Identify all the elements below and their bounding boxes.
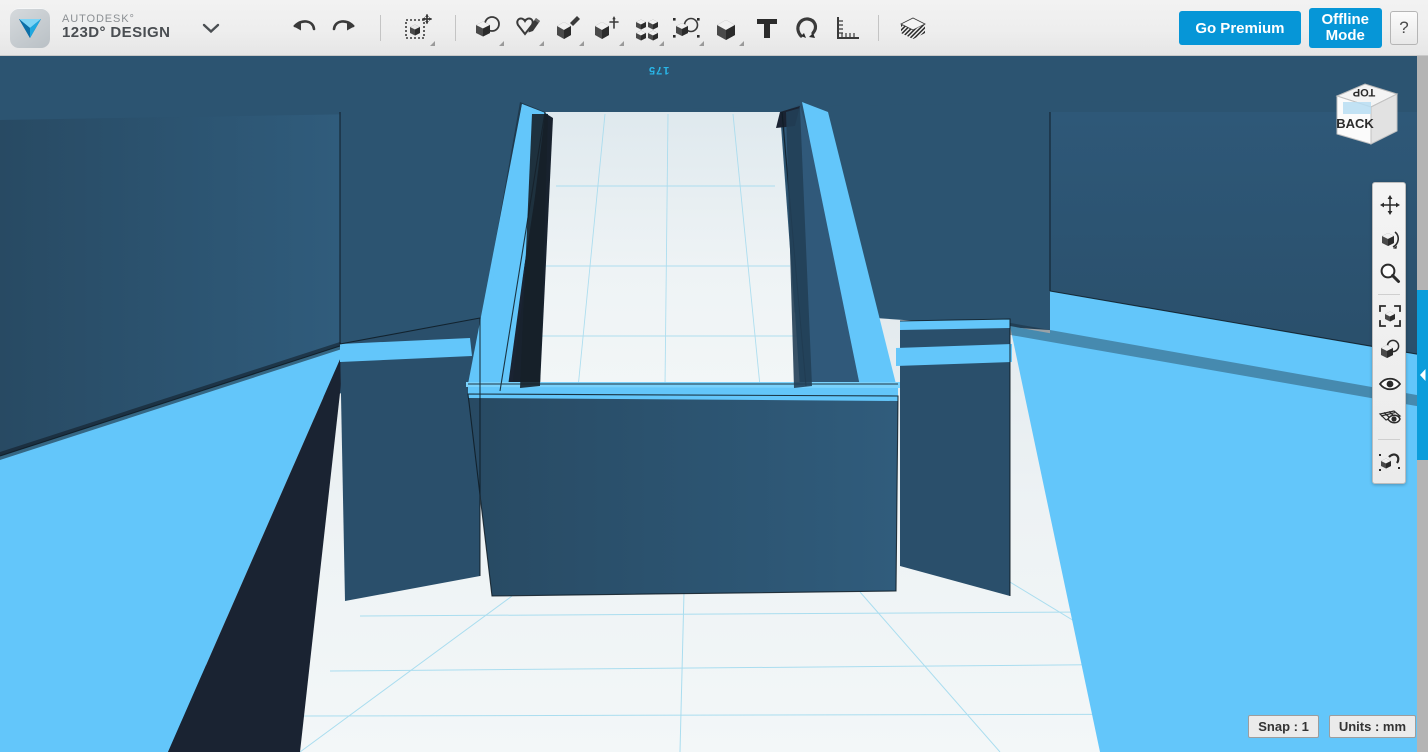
navigation-toolbar: [1372, 182, 1406, 484]
brand-product: 123D° DESIGN: [62, 25, 170, 41]
pan-button[interactable]: [1373, 188, 1407, 222]
main-tool-group: [467, 6, 936, 50]
grid-snap-button[interactable]: [1373, 401, 1407, 435]
toolbar-divider: [380, 15, 381, 41]
3d-model-scene: [0, 56, 1428, 752]
offline-mode-button[interactable]: Offline Mode: [1309, 8, 1383, 48]
redo-button[interactable]: [324, 6, 364, 50]
autodesk-logo-icon: [10, 8, 50, 48]
snap-settings-button[interactable]: [1373, 444, 1407, 478]
nav-divider-2: [1378, 439, 1400, 440]
grouping-tool-button[interactable]: [667, 6, 707, 50]
combine-tool-button[interactable]: [707, 6, 747, 50]
text-tool-button[interactable]: [747, 6, 787, 50]
dimension-annotation: 175: [648, 64, 669, 76]
pattern-tool-button[interactable]: [627, 6, 667, 50]
status-bar: Snap : 1 Units : mm: [1248, 715, 1416, 738]
primitives-tool-button[interactable]: [467, 6, 507, 50]
toolbar-divider-2: [455, 15, 456, 41]
modify-tool-button[interactable]: [587, 6, 627, 50]
snap-status-badge[interactable]: Snap : 1: [1248, 715, 1319, 738]
display-mode-button[interactable]: [1373, 333, 1407, 367]
top-toolbar: AUTODESK° 123D° DESIGN: [0, 0, 1428, 56]
view-cube[interactable]: TOP BACK: [1331, 74, 1403, 150]
chevron-left-icon: [1419, 368, 1427, 382]
construct-tool-button[interactable]: [547, 6, 587, 50]
history-tool-group: [284, 6, 364, 50]
3d-viewport[interactable]: 175 TOP BACK: [0, 56, 1428, 752]
fit-to-view-button[interactable]: [1373, 299, 1407, 333]
header-actions: Go Premium Offline Mode ?: [1179, 0, 1418, 56]
visibility-button[interactable]: [1373, 367, 1407, 401]
transform-tool-button[interactable]: [398, 6, 438, 50]
snap-tool-button[interactable]: [787, 6, 827, 50]
measure-tool-button[interactable]: [827, 6, 867, 50]
main-menu-chevron-down-icon[interactable]: [200, 17, 222, 39]
nav-divider-1: [1378, 294, 1400, 295]
units-status-badge[interactable]: Units : mm: [1329, 715, 1416, 738]
offline-mode-line1: Offline: [1322, 12, 1370, 28]
offline-mode-line2: Mode: [1322, 28, 1370, 44]
sketch-tool-button[interactable]: [507, 6, 547, 50]
side-panel-toggle[interactable]: [1417, 290, 1428, 460]
brand-logo[interactable]: AUTODESK° 123D° DESIGN: [0, 8, 170, 48]
go-premium-button[interactable]: Go Premium: [1179, 11, 1300, 45]
viewcube-top-label[interactable]: TOP: [1341, 86, 1387, 98]
viewcube-front-label[interactable]: BACK: [1335, 116, 1375, 131]
material-tool-button[interactable]: [890, 6, 936, 50]
help-button[interactable]: ?: [1390, 11, 1418, 45]
zoom-button[interactable]: [1373, 256, 1407, 290]
toolbar-divider-3: [878, 15, 879, 41]
undo-button[interactable]: [284, 6, 324, 50]
app-root: AUTODESK° 123D° DESIGN: [0, 0, 1428, 752]
orbit-button[interactable]: [1373, 222, 1407, 256]
